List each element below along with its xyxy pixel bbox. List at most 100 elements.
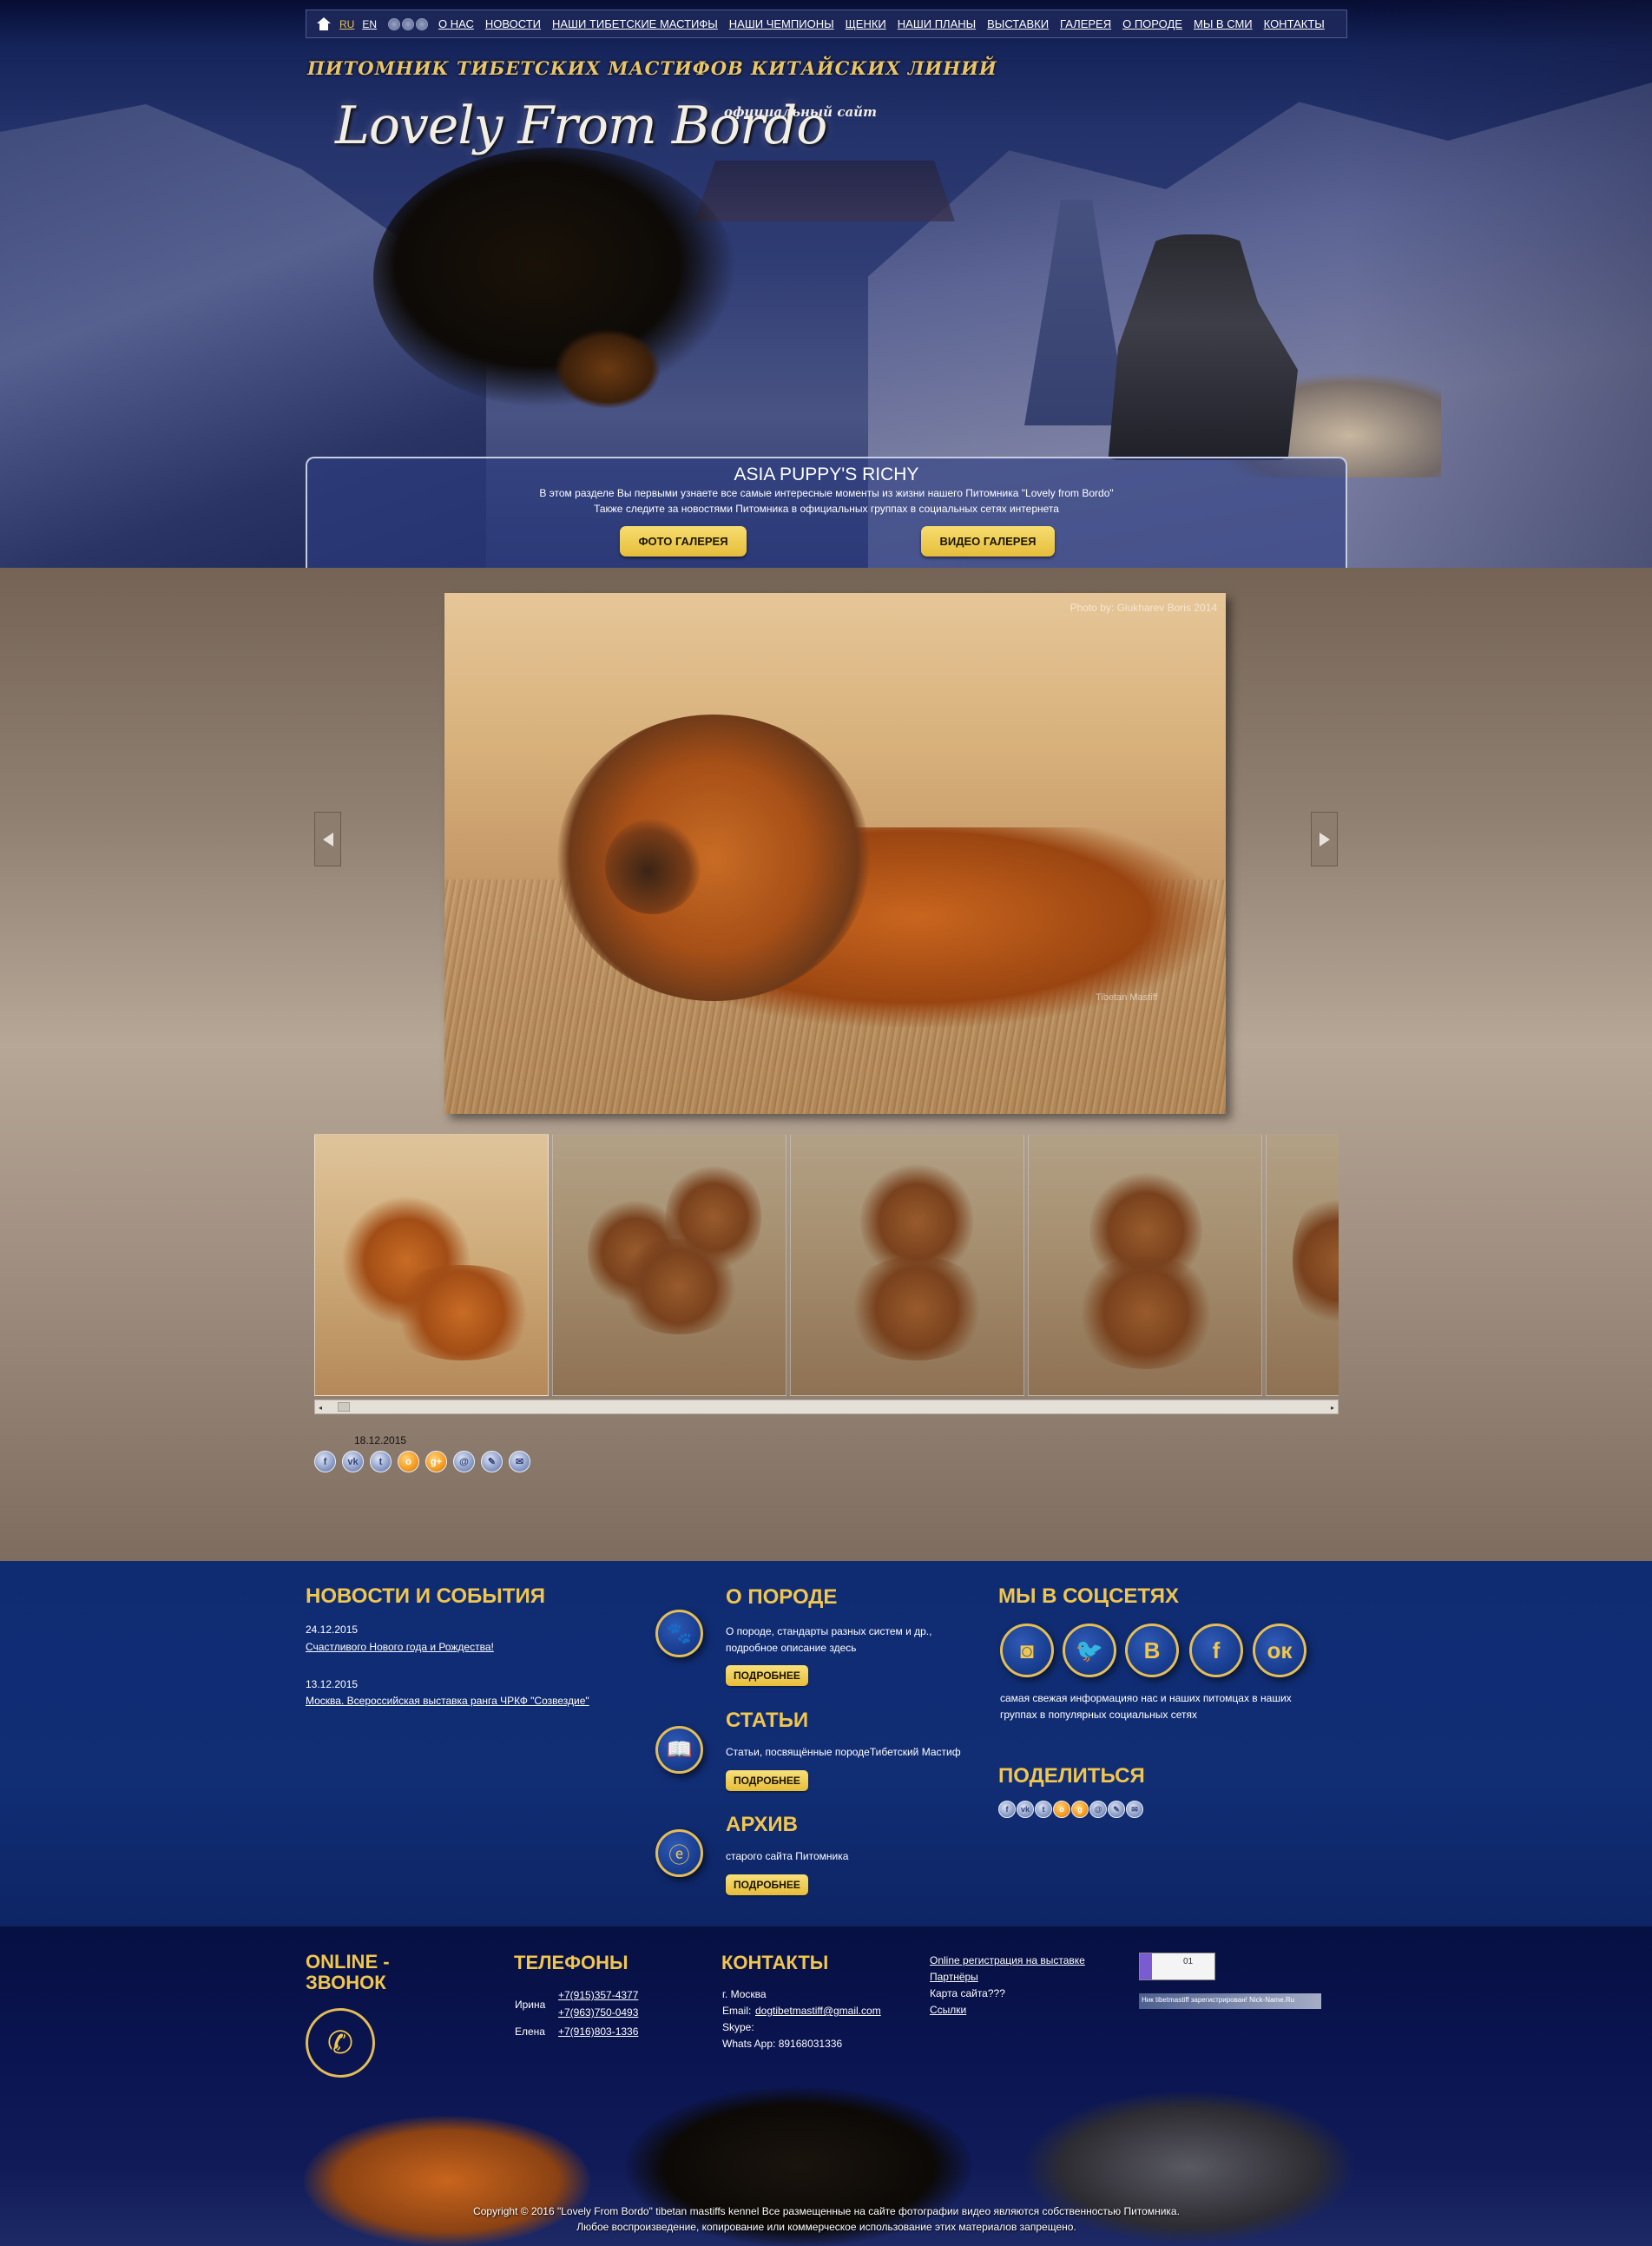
phone-icon[interactable]: ✆ xyxy=(306,2008,375,2078)
livejournal-icon[interactable]: ✎ xyxy=(481,1451,503,1472)
official-site-label: официальный сайт xyxy=(724,104,877,120)
nav-shows[interactable]: ВЫСТАВКИ xyxy=(987,17,1049,30)
odnoklassniki-icon[interactable]: o xyxy=(398,1451,419,1472)
twitter-icon[interactable]: t xyxy=(370,1451,392,1472)
phone-link[interactable]: +7(915)357-4377 xyxy=(558,1989,638,2001)
thumbnail[interactable] xyxy=(314,1134,549,1396)
archive-more-button[interactable]: ПОДРОБНЕЕ xyxy=(726,1874,808,1895)
mail-ru-icon[interactable]: @ xyxy=(1089,1801,1107,1818)
google-plus-icon[interactable]: g xyxy=(1071,1801,1089,1818)
articles-more-button[interactable]: ПОДРОБНЕЕ xyxy=(726,1770,808,1791)
gallery-intro-line2: Также следите за новостями Питомника в о… xyxy=(594,503,1059,515)
contact-city: г. Москва xyxy=(722,1988,767,2000)
odnoklassniki-icon[interactable]: o xyxy=(1053,1801,1070,1818)
lang-en[interactable]: EN xyxy=(362,18,377,30)
footer-link-registration[interactable]: Online регистрация на выставке xyxy=(930,1954,1085,1966)
visit-counter[interactable]: 01 xyxy=(1139,1953,1215,1980)
instagram-icon[interactable]: ◙ xyxy=(1000,1624,1054,1677)
footer-link-sitemap[interactable]: Карта сайта??? xyxy=(930,1987,1005,1999)
phone-owner: Елена xyxy=(515,2025,545,2038)
mastiff-face xyxy=(605,819,701,914)
share-heading: ПОДЕЛИТЬСЯ xyxy=(998,1764,1145,1788)
nav-champions[interactable]: НАШИ ЧЕМПИОНЫ xyxy=(729,17,834,30)
facebook-icon[interactable]: f xyxy=(998,1801,1016,1818)
odnoklassniki-icon[interactable]: ок xyxy=(1253,1624,1306,1677)
share-buttons-small: f vk t o g @ ✎ ✉ xyxy=(998,1801,1143,1818)
flag-icon[interactable] xyxy=(402,17,415,30)
thumbnail[interactable] xyxy=(790,1134,1024,1396)
nav-media[interactable]: МЫ В СМИ xyxy=(1194,17,1253,30)
breed-heading: О ПОРОДЕ xyxy=(726,1585,838,1609)
twitter-icon[interactable]: 🐦 xyxy=(1063,1624,1116,1677)
phone-link[interactable]: +7(916)803-1336 xyxy=(558,2025,638,2038)
mail-ru-icon[interactable]: @ xyxy=(453,1451,475,1472)
main-photo: Photo by: Glukharev Boris 2014 Tibetan M… xyxy=(444,593,1226,1114)
home-icon[interactable] xyxy=(317,16,331,31)
google-plus-icon[interactable]: g+ xyxy=(425,1451,447,1472)
email-icon[interactable]: ✉ xyxy=(509,1451,530,1472)
share-buttons: f vk t o g+ @ ✎ ✉ xyxy=(314,1451,530,1472)
flag-icon[interactable] xyxy=(388,17,401,30)
mastiff-tan-legs xyxy=(556,330,660,408)
nick-name-badge[interactable]: Ник tibetmastiff зарегистрирован! Nick-N… xyxy=(1139,1993,1321,2009)
thumbnail-scrollbar[interactable]: ◂ ▸ xyxy=(314,1400,1339,1414)
prev-arrow-icon[interactable] xyxy=(314,812,341,866)
thumbnail[interactable] xyxy=(1266,1134,1339,1396)
top-navigation: RU EN О НАС НОВОСТИ НАШИ ТИБЕТСКИЕ МАСТИ… xyxy=(306,10,1347,38)
nav-puppies[interactable]: ЩЕНКИ xyxy=(846,17,886,30)
contact-email-link[interactable]: dogtibetmastiff@gmail.com xyxy=(755,2005,881,2017)
vk-icon[interactable]: vk xyxy=(342,1451,364,1472)
video-gallery-button[interactable]: ВИДЕО ГАЛЕРЕЯ xyxy=(921,526,1055,557)
photo-watermark: Tibetan Mastiff xyxy=(1096,992,1158,1003)
nav-gallery[interactable]: ГАЛЕРЕЯ xyxy=(1060,17,1111,30)
online-call-heading-2: ЗВОНОК xyxy=(306,1972,386,1993)
contact-skype: Skype: xyxy=(722,2021,754,2033)
scroll-right-icon[interactable]: ▸ xyxy=(1331,1404,1334,1412)
livejournal-icon[interactable]: ✎ xyxy=(1108,1801,1125,1818)
phone-owner: Ирина xyxy=(515,1999,546,2011)
banner-fade xyxy=(1346,0,1652,568)
mastiff-mane xyxy=(557,715,870,1001)
email-icon[interactable]: ✉ xyxy=(1126,1801,1143,1818)
nav-our-mastiffs[interactable]: НАШИ ТИБЕТСКИЕ МАСТИФЫ xyxy=(552,17,718,30)
breed-more-button[interactable]: ПОДРОБНЕЕ xyxy=(726,1665,808,1686)
archive-icon: ⓔ xyxy=(655,1829,703,1877)
paw-icon: 🐾 xyxy=(655,1610,703,1657)
photo-credit: Photo by: Glukharev Boris 2014 xyxy=(1070,602,1217,614)
news-link[interactable]: Счастливого Нового года и Рождества! xyxy=(306,1639,494,1656)
twitter-icon[interactable]: t xyxy=(1035,1801,1052,1818)
articles-text: Статьи, посвящённые породеТибетский Маст… xyxy=(726,1746,961,1758)
archive-text: старого сайта Питомника xyxy=(726,1850,849,1862)
thumbnail[interactable] xyxy=(552,1134,787,1396)
facebook-icon[interactable]: f xyxy=(314,1451,336,1472)
scroll-left-icon[interactable]: ◂ xyxy=(319,1404,322,1412)
contact-email-label: Email: xyxy=(722,2005,752,2017)
lang-ru[interactable]: RU xyxy=(339,18,354,30)
news-link[interactable]: Москва. Всероссийская выставка ранга ЧРК… xyxy=(306,1693,589,1709)
vk-icon[interactable]: B xyxy=(1125,1624,1179,1677)
phone-link[interactable]: +7(963)750-0493 xyxy=(558,2006,638,2019)
book-icon: 📖 xyxy=(655,1726,703,1774)
photo-gallery-button[interactable]: ФОТО ГАЛЕРЕЯ xyxy=(620,526,747,557)
footer-link-links[interactable]: Ссылки xyxy=(930,2004,966,2016)
nav-plans[interactable]: НАШИ ПЛАНЫ xyxy=(898,17,976,30)
vk-icon[interactable]: vk xyxy=(1017,1801,1034,1818)
footer xyxy=(0,1927,1652,2246)
footer-link-partners[interactable]: Партнёры xyxy=(930,1971,978,1983)
breed-text: подробное описание здесь xyxy=(726,1642,857,1654)
copyright-line2: Любое воспроизведение, копирование или к… xyxy=(576,2221,1076,2233)
thumbnail[interactable] xyxy=(1028,1134,1262,1396)
nav-contacts[interactable]: КОНТАКТЫ xyxy=(1264,17,1325,30)
nav-news[interactable]: НОВОСТИ xyxy=(485,17,541,30)
kennel-tagline: ПИТОМНИК ТИБЕТСКИХ МАСТИФОВ КИТАЙСКИХ ЛИ… xyxy=(307,57,997,79)
scrollbar-handle[interactable] xyxy=(338,1402,350,1412)
post-date: 18.12.2015 xyxy=(354,1434,407,1446)
facebook-icon[interactable]: f xyxy=(1189,1624,1243,1677)
flag-icon[interactable] xyxy=(416,17,429,30)
social-text: самая свежая информацияо нас и наших пит… xyxy=(1000,1692,1292,1704)
nav-about[interactable]: О НАС xyxy=(438,17,474,30)
nav-breed[interactable]: О ПОРОДЕ xyxy=(1122,17,1182,30)
flag-icons xyxy=(388,17,429,30)
next-arrow-icon[interactable] xyxy=(1311,812,1338,866)
news-date: 24.12.2015 xyxy=(306,1624,359,1636)
